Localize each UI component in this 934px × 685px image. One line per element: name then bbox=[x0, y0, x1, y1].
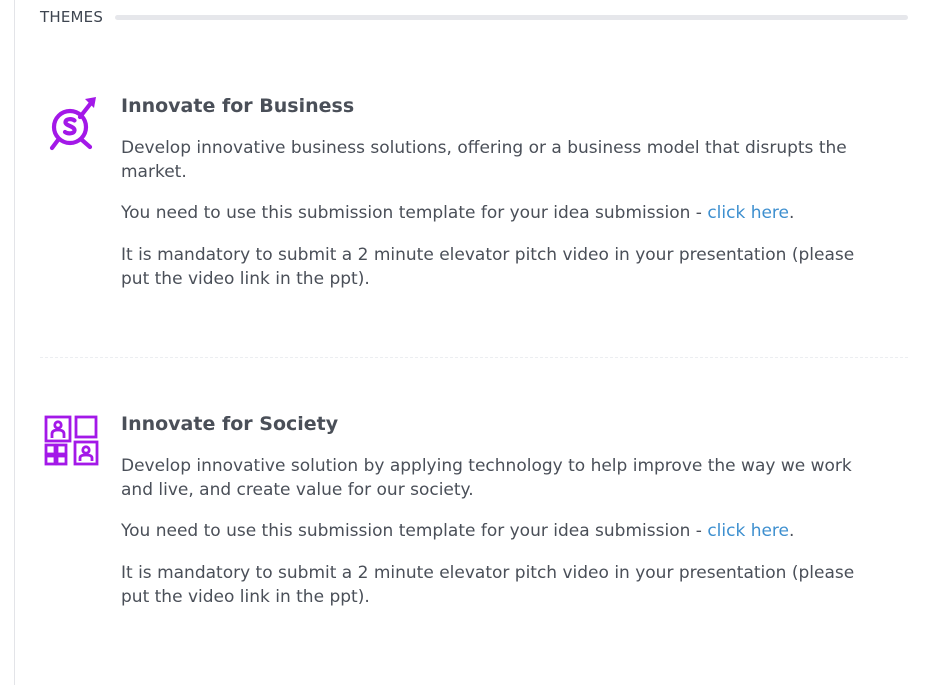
theme-description: Develop innovative business solutions, o… bbox=[121, 138, 847, 182]
template-suffix: . bbox=[789, 521, 795, 541]
theme-body: Innovate for Society Develop innovative … bbox=[121, 412, 881, 609]
theme-template-note: You need to use this submission template… bbox=[121, 519, 881, 543]
click-here-link[interactable]: click here bbox=[707, 521, 789, 541]
theme-description: Develop innovative solution by applying … bbox=[121, 456, 852, 500]
society-grid-icon bbox=[40, 412, 104, 476]
theme-video-note: It is mandatory to submit a 2 minute ele… bbox=[121, 563, 855, 607]
themes-section-header: THEMES bbox=[40, 6, 908, 28]
section-rule bbox=[115, 15, 908, 20]
template-text: You need to use this submission template… bbox=[121, 203, 708, 223]
theme-body: Innovate for Business Develop innovative… bbox=[121, 94, 881, 291]
theme-title: Innovate for Business bbox=[121, 95, 355, 117]
click-here-link[interactable]: click here bbox=[707, 203, 789, 223]
template-text: You need to use this submission template… bbox=[121, 521, 708, 541]
template-suffix: . bbox=[789, 203, 795, 223]
theme-video-note: It is mandatory to submit a 2 minute ele… bbox=[121, 245, 855, 289]
theme-title: Innovate for Society bbox=[121, 413, 339, 435]
business-target-icon bbox=[40, 94, 104, 158]
section-title: THEMES bbox=[40, 8, 104, 26]
theme-template-note: You need to use this submission template… bbox=[121, 201, 881, 225]
theme-divider bbox=[40, 357, 908, 358]
